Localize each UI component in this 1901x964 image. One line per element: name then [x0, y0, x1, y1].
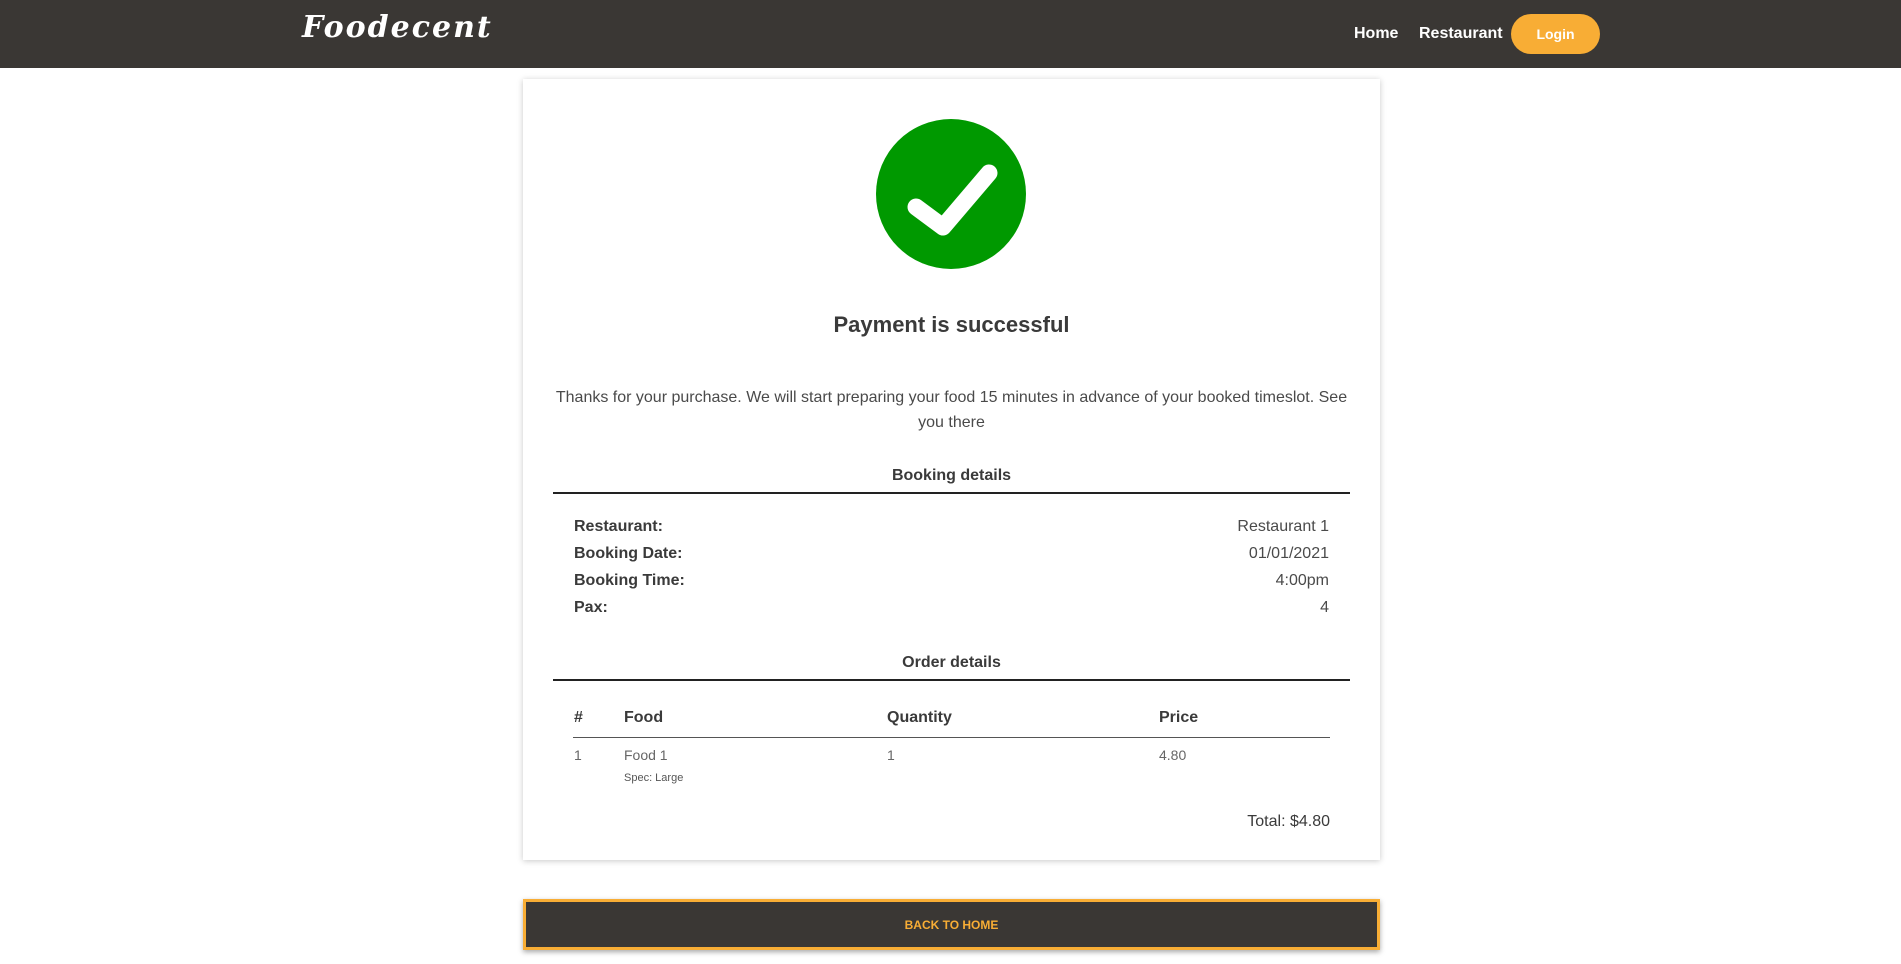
detail-label: Restaurant:	[574, 518, 663, 535]
page-title: Payment is successful	[833, 312, 1070, 337]
payment-result-card: Payment is successful Thanks for your pu…	[523, 79, 1380, 860]
column-header-food: Food	[624, 709, 664, 726]
cell-quantity: 1	[887, 747, 895, 763]
column-header-index: #	[574, 709, 583, 726]
brand-logo[interactable]: Foodecent	[302, 10, 493, 45]
column-header-price: Price	[1159, 709, 1199, 726]
order-total: Total: $4.80	[1247, 813, 1330, 830]
booking-details-heading: Booking details	[553, 467, 1350, 494]
cell-food-spec: Spec: Large	[624, 772, 684, 784]
detail-value: 01/01/2021	[1248, 545, 1329, 562]
detail-row-restaurant: Restaurant: Restaurant 1	[574, 518, 1329, 540]
login-button[interactable]: Login	[1511, 14, 1600, 54]
detail-label: Booking Date:	[574, 545, 683, 562]
checkmark-icon	[907, 164, 998, 236]
cell-index: 1	[574, 747, 582, 763]
top-navbar: Foodecent Home Restaurant Login	[0, 0, 1901, 68]
order-details-heading: Order details	[553, 654, 1350, 681]
detail-value: 4	[1320, 599, 1329, 616]
detail-row-pax: Pax: 4	[574, 599, 1329, 621]
detail-label: Booking Time:	[574, 572, 685, 589]
back-to-home-button[interactable]: BACK TO HOME	[523, 899, 1380, 950]
nav-link-home[interactable]: Home	[1354, 25, 1398, 43]
detail-row-booking-time: Booking Time: 4:00pm	[574, 572, 1329, 594]
cell-price: 4.80	[1159, 747, 1187, 763]
detail-label: Pax:	[574, 599, 608, 616]
cell-food: Food 1	[624, 747, 668, 763]
detail-value: Restaurant 1	[1237, 518, 1329, 535]
nav-link-restaurant[interactable]: Restaurant	[1419, 25, 1503, 43]
detail-value: 4:00pm	[1275, 572, 1329, 589]
detail-row-booking-date: Booking Date: 01/01/2021	[574, 545, 1329, 567]
check-circle-icon	[876, 119, 1026, 269]
table-header-divider	[573, 737, 1330, 738]
success-message: Thanks for your purchase. We will start …	[555, 389, 1348, 431]
column-header-quantity: Quantity	[887, 709, 952, 726]
